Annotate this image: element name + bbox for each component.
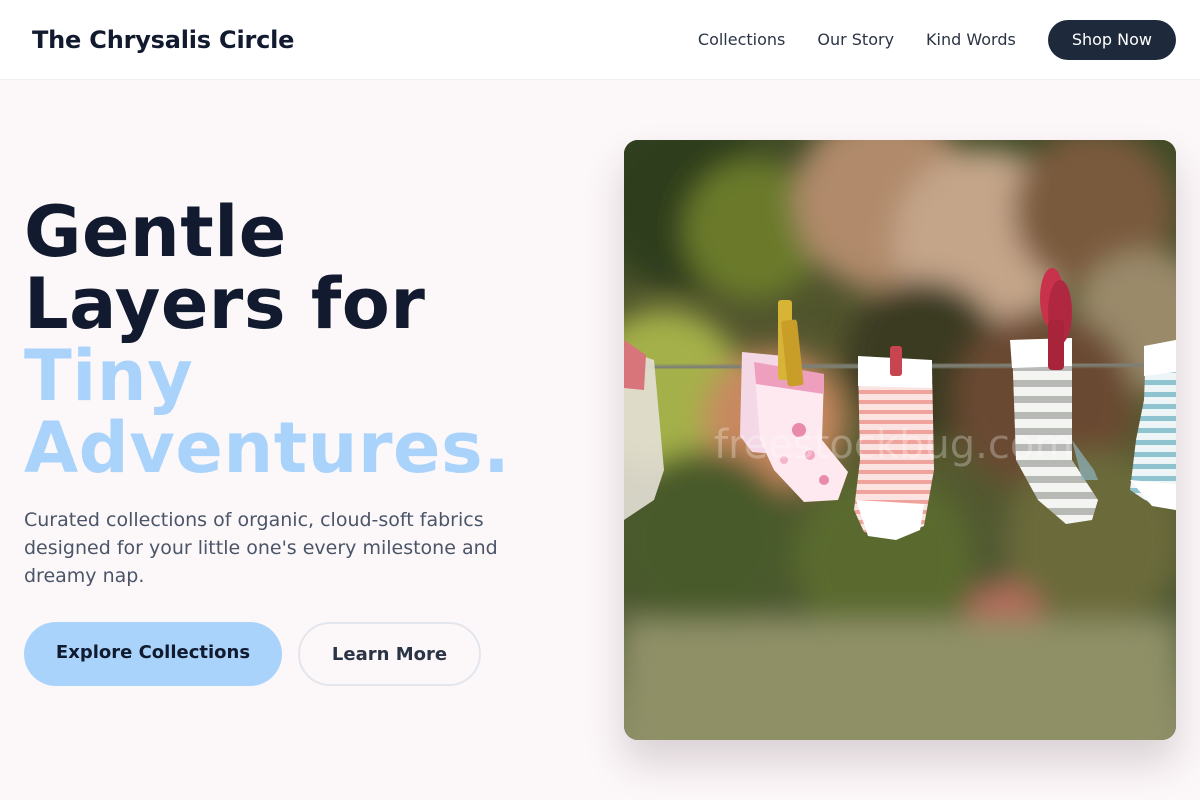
hero-image: freestockbug.com [624,140,1176,740]
nav-link-our-story[interactable]: Our Story [817,30,894,49]
hero-title-line-1: Gentle [24,191,287,273]
hero-title-line-2: Layers for [24,263,426,345]
site-header: The Chrysalis Circle Collections Our Sto… [0,0,1200,80]
nav-link-kind-words[interactable]: Kind Words [926,30,1016,49]
nav-link-collections[interactable]: Collections [698,30,785,49]
hero-photo-illustration: freestockbug.com [624,140,1176,740]
explore-collections-button[interactable]: Explore Collections [24,622,282,686]
hero-title: Gentle Layers for Tiny Adventures. [24,196,584,484]
hero-title-accent-2: Adventures. [24,407,511,489]
brand-logo-text[interactable]: The Chrysalis Circle [32,26,294,54]
shop-now-button[interactable]: Shop Now [1047,19,1176,60]
learn-more-button[interactable]: Learn More [298,622,481,686]
hero-subtitle: Curated collections of organic, cloud-so… [24,509,498,587]
hero-title-accent-1: Tiny [24,335,194,417]
main-nav: Collections Our Story Kind Words Shop No… [698,19,1176,60]
image-watermark: freestockbug.com [714,422,1073,468]
